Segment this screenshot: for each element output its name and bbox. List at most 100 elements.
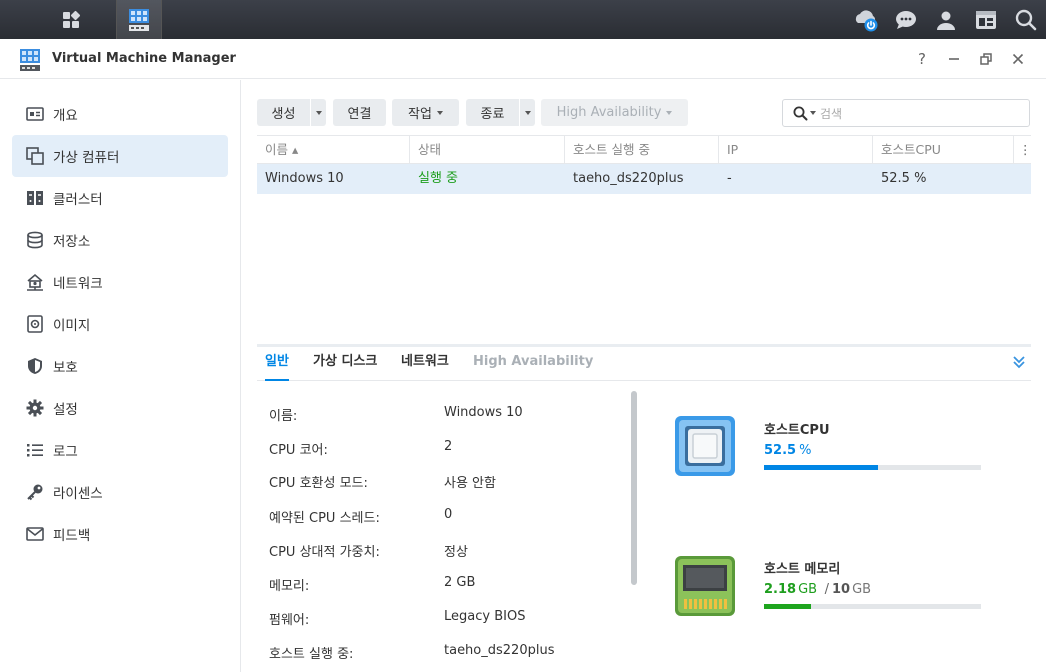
shield-icon (25, 356, 45, 376)
tab-network[interactable]: 네트워크 (401, 347, 449, 381)
sidebar-item-cluster[interactable]: 클러스터 (12, 177, 228, 219)
help-icon: ? (918, 50, 926, 68)
column-menu-button[interactable]: ⋮ (1013, 136, 1032, 163)
tab-virtual-disk[interactable]: 가상 디스크 (313, 347, 377, 381)
sidebar-item-label: 저장소 (53, 234, 91, 250)
high-availability-label: High Availability (556, 105, 662, 120)
restore-button[interactable] (975, 48, 997, 70)
host-memory-value: 2.18 GB /10 GB (764, 582, 871, 597)
chevron-down-icon (436, 110, 443, 115)
image-icon (25, 314, 45, 334)
search-icon (793, 106, 808, 120)
sidebar-item-log[interactable]: 로그 (12, 429, 228, 471)
cell-name: Windows 10 (265, 171, 344, 186)
host-memory-bar (764, 604, 981, 609)
taskbar-cloud-status[interactable] (846, 0, 886, 39)
sidebar-item-feedback[interactable]: 피드백 (12, 513, 228, 555)
collapse-panel-button[interactable] (1012, 355, 1026, 373)
double-chevron-down-icon (1013, 356, 1025, 369)
overview-icon (25, 104, 45, 124)
virtual-machine-icon (25, 146, 45, 166)
create-button[interactable]: 생성 (257, 99, 310, 126)
column-header-name[interactable]: 이름 ▴ (257, 136, 410, 163)
minimize-button[interactable] (943, 48, 965, 70)
cell-host: taeho_ds220plus (573, 171, 684, 186)
user-icon (937, 11, 955, 30)
sidebar-item-label: 보호 (53, 360, 78, 376)
search-input[interactable]: 검색 (820, 105, 842, 122)
cloud-power-icon (855, 9, 878, 31)
sidebar-item-virtual-machine[interactable]: 가상 컴퓨터 (12, 135, 228, 177)
vmm-app-icon (20, 49, 40, 71)
tab-high-availability[interactable]: High Availability (473, 347, 593, 381)
field-value-firmware: Legacy BIOS (444, 609, 526, 624)
taskbar-widgets[interactable] (966, 0, 1006, 39)
shutdown-button[interactable]: 종료 (466, 99, 519, 126)
sidebar-item-image[interactable]: 이미지 (12, 303, 228, 345)
vmm-window: Virtual Machine Manager ? 개요 가상 컴퓨터 클러스터… (0, 39, 1046, 672)
host-memory-bar-fill (764, 604, 812, 609)
detail-tabs: 일반 가상 디스크 네트워크 High Availability (257, 347, 1031, 381)
main-menu-button[interactable] (48, 0, 94, 39)
host-cpu-percent: 52.5 (764, 443, 797, 458)
field-label-memory: 메모리: (269, 579, 310, 594)
column-header-ip[interactable]: IP (719, 136, 873, 163)
create-dropdown-button[interactable] (310, 99, 326, 126)
vm-grid-header: 이름 ▴ 상태 호스트 실행 중 IP 호스트CPU ⋮ (257, 135, 1032, 164)
sidebar-item-settings[interactable]: 설정 (12, 387, 228, 429)
log-icon (25, 440, 45, 460)
host-memory-total: 10 (832, 582, 851, 597)
detail-scrollbar[interactable] (631, 391, 637, 585)
sidebar-item-overview[interactable]: 개요 (12, 93, 228, 135)
column-header-cpu[interactable]: 호스트CPU (873, 136, 1017, 163)
field-value-cpu-compat: 사용 안함 (444, 476, 496, 491)
sidebar-item-label: 가상 컴퓨터 (53, 150, 120, 166)
field-value-name: Windows 10 (444, 405, 523, 420)
tab-general[interactable]: 일반 (265, 347, 289, 381)
sidebar-item-storage[interactable]: 저장소 (12, 219, 228, 261)
action-button[interactable]: 작업 (392, 99, 459, 126)
memory-module-icon (675, 556, 735, 616)
field-label-cpu-cores: CPU 코어: (269, 443, 328, 458)
more-vertical-icon: ⋮ (1019, 142, 1032, 157)
taskbar-user[interactable] (926, 0, 966, 39)
field-label-reserved-threads: 예약된 CPU 스레드: (269, 511, 380, 526)
sidebar: 개요 가상 컴퓨터 클러스터 저장소 네트워크 이미지 보호 설정 로그 라이센… (0, 80, 241, 672)
taskbar-search[interactable] (1006, 0, 1046, 39)
chevron-down-icon (666, 110, 673, 115)
column-header-host[interactable]: 호스트 실행 중 (565, 136, 719, 163)
host-memory-total-unit: GB (852, 582, 872, 597)
taskbar-messages[interactable] (886, 0, 926, 39)
close-button[interactable] (1007, 48, 1029, 70)
sidebar-item-license[interactable]: 라이센스 (12, 471, 228, 513)
host-cpu-unit: % (799, 443, 812, 458)
host-cpu-bar-fill (764, 465, 878, 470)
search-icon (1015, 9, 1037, 30)
host-cpu-bar (764, 465, 981, 470)
field-value-cpu-cores: 2 (444, 439, 453, 454)
chevron-down-icon (315, 110, 322, 115)
field-value-reserved-threads: 0 (444, 507, 453, 522)
shutdown-button-label: 종료 (480, 107, 505, 122)
field-value-cpu-weight: 정상 (444, 545, 468, 560)
create-button-label: 생성 (271, 107, 296, 122)
chevron-down-icon[interactable] (810, 111, 816, 115)
window-title: Virtual Machine Manager (52, 51, 236, 66)
table-row[interactable]: Windows 10 실행 중 taeho_ds220plus - 52.5 % (257, 164, 1031, 194)
vmm-app-icon (129, 8, 149, 31)
help-button[interactable]: ? (911, 48, 933, 70)
connect-button[interactable]: 연결 (333, 99, 386, 126)
taskbar (0, 0, 1046, 39)
shutdown-dropdown-button[interactable] (519, 99, 535, 126)
sidebar-item-network[interactable]: 네트워크 (12, 261, 228, 303)
minimize-icon (949, 58, 959, 60)
window-titlebar[interactable]: Virtual Machine Manager ? (0, 39, 1046, 79)
taskbar-vmm-app[interactable] (116, 0, 162, 39)
column-header-status[interactable]: 상태 (410, 136, 565, 163)
sidebar-item-protection[interactable]: 보호 (12, 345, 228, 387)
sidebar-item-label: 개요 (53, 108, 78, 124)
search-box[interactable]: 검색 (782, 99, 1030, 127)
high-availability-button[interactable]: High Availability (541, 99, 688, 126)
sidebar-item-label: 설정 (53, 402, 78, 418)
cpu-chip-icon (675, 416, 735, 476)
